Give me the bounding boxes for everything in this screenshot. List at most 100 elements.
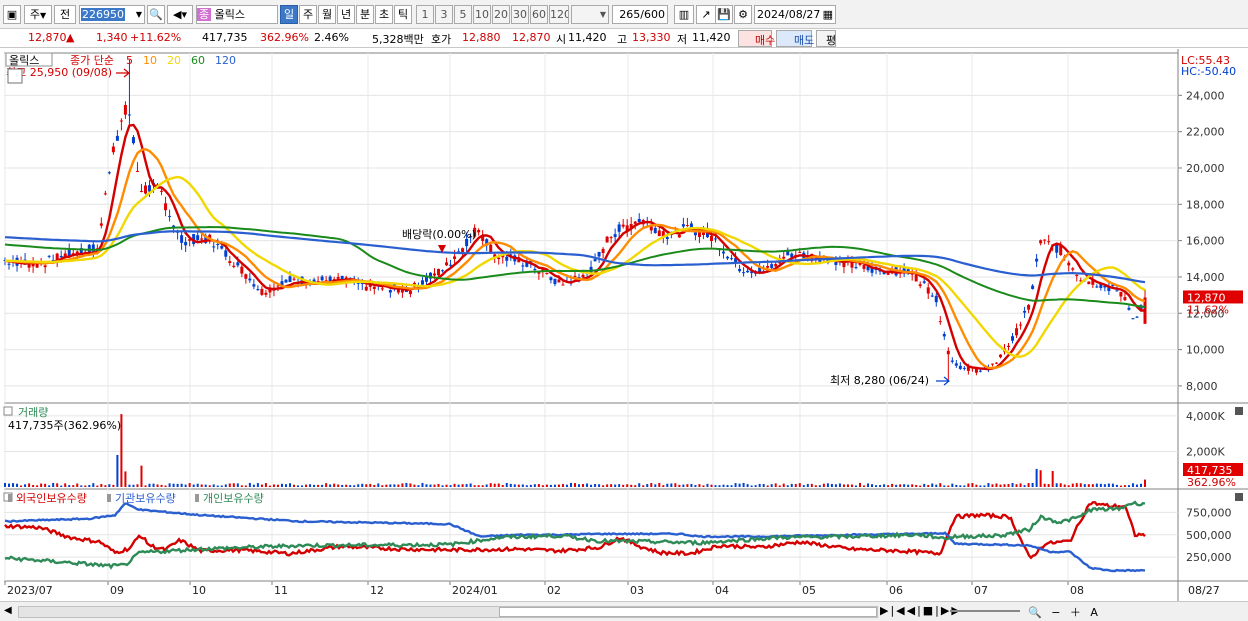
stock-chart[interactable]: 24,00022,00020,00018,00016,00014,00012,0… bbox=[0, 49, 1248, 601]
candle-body bbox=[288, 276, 292, 283]
volume-bar bbox=[879, 485, 882, 487]
candle-type-icon[interactable]: ▥ bbox=[674, 5, 694, 24]
volume-bar bbox=[919, 485, 922, 487]
candle-body bbox=[127, 114, 131, 116]
volume-bar bbox=[923, 483, 926, 487]
volume-bar bbox=[557, 484, 560, 487]
volume-bar bbox=[421, 482, 424, 487]
date-field[interactable]: 2024/08/27 ▦ bbox=[754, 5, 836, 24]
volume-bar bbox=[349, 485, 352, 487]
candle-body bbox=[713, 238, 717, 240]
candle-body bbox=[336, 277, 340, 279]
candle-body bbox=[922, 281, 926, 283]
interval-button[interactable]: 10 bbox=[473, 5, 491, 24]
eval-button[interactable]: 평 bbox=[816, 30, 836, 47]
period-button[interactable]: 주 bbox=[299, 5, 317, 24]
holding-tick-label: 500,000 bbox=[1186, 529, 1232, 542]
volume-bar bbox=[706, 483, 709, 487]
candle-body bbox=[1031, 285, 1035, 289]
volume-bar bbox=[280, 483, 283, 487]
buy-button[interactable]: 매수 bbox=[738, 30, 775, 47]
candle-body bbox=[7, 263, 11, 265]
speaker-icon[interactable]: ◀▾ bbox=[167, 5, 193, 24]
quote-open: 11,420 bbox=[568, 31, 607, 44]
period-button[interactable]: 분 bbox=[356, 5, 374, 24]
count-value: 265 bbox=[619, 8, 641, 21]
interval-button[interactable]: 5 bbox=[454, 5, 472, 24]
volume-bar bbox=[822, 483, 825, 487]
volume-bar bbox=[116, 455, 119, 487]
volume-bar bbox=[453, 483, 456, 487]
period-button[interactable]: 년 bbox=[337, 5, 355, 24]
volume-bar bbox=[569, 482, 572, 487]
count-field[interactable]: 265/600 bbox=[612, 5, 668, 24]
period-button[interactable]: 월 bbox=[318, 5, 336, 24]
volume-bar bbox=[927, 484, 930, 487]
candle-body bbox=[420, 280, 424, 285]
draw-tool-icon[interactable]: ↗ bbox=[696, 5, 716, 24]
interval-button[interactable]: 60 bbox=[530, 5, 548, 24]
volume-bar bbox=[60, 485, 63, 487]
scroll-left-icon[interactable]: ◀ bbox=[4, 605, 16, 619]
volume-bar bbox=[578, 484, 581, 487]
candle-body bbox=[709, 235, 713, 241]
interval-select[interactable]: ▼ bbox=[571, 5, 609, 24]
scroll-thumb[interactable] bbox=[499, 607, 877, 617]
volume-bar bbox=[951, 483, 954, 487]
interval-button[interactable]: 20 bbox=[492, 5, 510, 24]
volume-bar bbox=[586, 483, 589, 487]
candle-body bbox=[115, 135, 119, 141]
gear-icon[interactable]: ⚙ bbox=[734, 5, 752, 24]
quote-volume-ratio: 362.96% bbox=[260, 31, 309, 44]
volume-bar bbox=[409, 483, 412, 487]
stock-name-field[interactable]: 종 올릭스 bbox=[196, 5, 278, 24]
ma-period-5: 5 bbox=[126, 54, 133, 67]
candle-body bbox=[292, 278, 296, 280]
zoom-controls[interactable]: 🔍 − ＋ A bbox=[1028, 604, 1101, 620]
candle-body bbox=[990, 363, 994, 365]
volume-bar bbox=[702, 485, 705, 487]
volume-bar bbox=[590, 484, 593, 487]
volume-bar bbox=[264, 483, 267, 487]
candle-body bbox=[148, 185, 152, 192]
period-button[interactable]: 초 bbox=[375, 5, 393, 24]
market-select[interactable]: 주▼ bbox=[24, 5, 52, 24]
search-icon[interactable]: 🔍 bbox=[147, 5, 165, 24]
candle-body bbox=[200, 238, 204, 240]
volume-bar bbox=[449, 485, 452, 487]
volume-bar bbox=[682, 484, 685, 487]
volume-bar bbox=[188, 483, 191, 487]
save-icon[interactable]: 💾 bbox=[715, 5, 733, 24]
volume-bar bbox=[92, 483, 95, 487]
volume-bar bbox=[297, 485, 300, 487]
volume-tick-label: 2,000K bbox=[1186, 445, 1225, 458]
candle-body bbox=[581, 274, 585, 278]
volume-bar bbox=[301, 485, 304, 487]
low-marker: 최저 8,280 (06/24) bbox=[830, 374, 929, 387]
volume-bar bbox=[136, 484, 139, 487]
interval-button[interactable]: 30 bbox=[511, 5, 529, 24]
volume-bar bbox=[834, 484, 837, 487]
volume-bar bbox=[425, 484, 428, 487]
volume-bar bbox=[549, 484, 552, 487]
sell-button[interactable]: 매도 bbox=[776, 30, 814, 47]
period-button[interactable]: 일 bbox=[280, 5, 298, 24]
code-input[interactable]: 226950 ▼ bbox=[79, 5, 145, 24]
price-tick-label: 22,000 bbox=[1186, 126, 1225, 139]
period-mode-select[interactable]: 전 bbox=[54, 5, 76, 24]
interval-button[interactable]: 120 bbox=[549, 5, 569, 24]
window-menu-icon[interactable]: ▣ bbox=[3, 5, 21, 24]
interval-button[interactable]: 1 bbox=[416, 5, 434, 24]
candle-body bbox=[1067, 262, 1071, 266]
period-button[interactable]: 틱 bbox=[394, 5, 412, 24]
candle-body bbox=[497, 257, 501, 260]
volume-bar bbox=[224, 484, 227, 487]
candle-body bbox=[930, 295, 934, 297]
volume-bar bbox=[84, 485, 87, 487]
candle-body bbox=[954, 363, 958, 366]
interval-button[interactable]: 3 bbox=[435, 5, 453, 24]
zoom-slider[interactable] bbox=[950, 610, 1020, 612]
volume-bar bbox=[943, 485, 946, 487]
scroll-track[interactable] bbox=[18, 606, 878, 618]
candle-body bbox=[131, 137, 135, 144]
